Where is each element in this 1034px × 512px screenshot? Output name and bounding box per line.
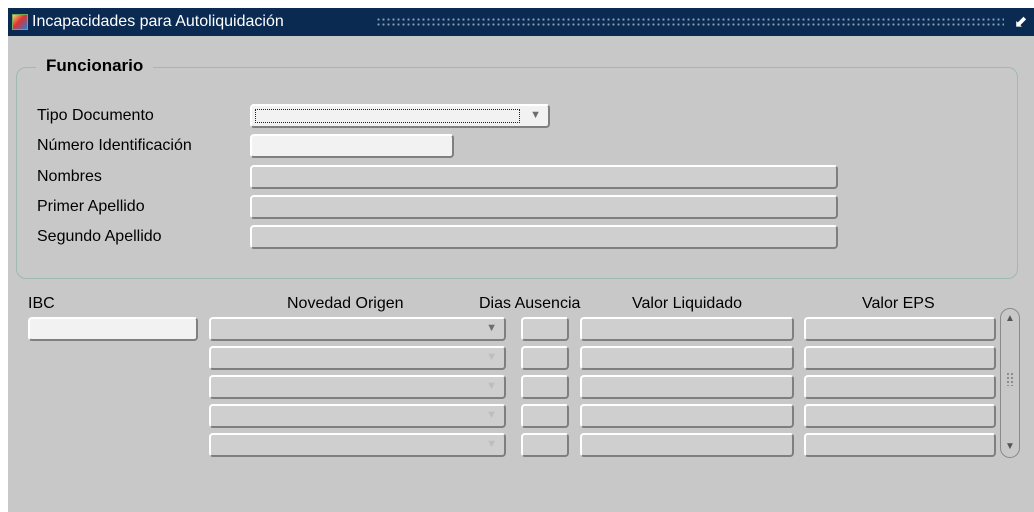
- tipo-documento-label: Tipo Documento: [37, 107, 154, 124]
- novedad-origen-select[interactable]: ▼: [209, 317, 506, 341]
- chevron-down-icon[interactable]: ▼: [530, 109, 541, 121]
- title-bar[interactable]: Incapacidades para Autoliquidación ⬋: [8, 8, 1034, 36]
- valor-eps-field[interactable]: [804, 433, 996, 457]
- primer-apellido-label: Primer Apellido: [37, 198, 145, 215]
- window-title: Incapacidades para Autoliquidación: [32, 13, 284, 30]
- numero-identificacion-label: Número Identificación: [37, 137, 192, 154]
- minimize-icon[interactable]: ⬋: [1014, 12, 1027, 32]
- header-novedad-origen: Novedad Origen: [287, 295, 404, 312]
- valor-liquidado-field[interactable]: [580, 346, 794, 370]
- dias-ausencia-field[interactable]: [521, 346, 569, 370]
- header-ibc: IBC: [28, 295, 55, 312]
- tipo-documento-select[interactable]: ▼: [250, 104, 550, 128]
- nombres-field[interactable]: [250, 165, 838, 189]
- valor-liquidado-field[interactable]: [580, 404, 794, 428]
- app-icon: [12, 14, 28, 30]
- numero-identificacion-field[interactable]: [250, 134, 454, 158]
- scroll-up-icon[interactable]: ▲: [1002, 312, 1018, 326]
- novedad-origen-select[interactable]: ▼: [209, 404, 506, 428]
- valor-liquidado-field[interactable]: [580, 375, 794, 399]
- dias-ausencia-field[interactable]: [521, 375, 569, 399]
- dias-ausencia-field[interactable]: [521, 317, 569, 341]
- chevron-down-icon[interactable]: ▼: [486, 409, 497, 421]
- nombres-label: Nombres: [37, 168, 102, 185]
- novedad-origen-select[interactable]: ▼: [209, 346, 506, 370]
- primer-apellido-field[interactable]: [250, 195, 838, 219]
- header-valor-liquidado: Valor Liquidado: [632, 295, 743, 312]
- chevron-down-icon[interactable]: ▼: [486, 351, 497, 363]
- chevron-down-icon[interactable]: ▼: [486, 322, 497, 334]
- dias-ausencia-field[interactable]: [521, 404, 569, 428]
- novedad-origen-select[interactable]: ▼: [209, 375, 506, 399]
- valor-eps-field[interactable]: [804, 404, 996, 428]
- header-dias-ausencia: Dias Ausencia: [479, 295, 581, 312]
- chevron-down-icon[interactable]: ▼: [486, 380, 497, 392]
- header-valor-eps: Valor EPS: [862, 295, 935, 312]
- ibc-field[interactable]: [28, 317, 198, 341]
- funcionario-frame-title: Funcionario: [36, 56, 154, 76]
- valor-eps-field[interactable]: [804, 317, 996, 341]
- valor-liquidado-field[interactable]: [580, 433, 794, 457]
- segundo-apellido-label: Segundo Apellido: [37, 228, 162, 245]
- title-grip: [376, 17, 1004, 27]
- valor-eps-field[interactable]: [804, 375, 996, 399]
- scroll-down-icon[interactable]: ▼: [1002, 440, 1018, 454]
- segundo-apellido-field[interactable]: [250, 225, 838, 249]
- valor-eps-field[interactable]: [804, 346, 996, 370]
- focus-rect: [255, 109, 520, 123]
- dias-ausencia-field[interactable]: [521, 433, 569, 457]
- chevron-down-icon[interactable]: ▼: [486, 438, 497, 450]
- novedad-origen-select[interactable]: ▼: [209, 433, 506, 457]
- scroll-grip-icon[interactable]: [1006, 372, 1014, 386]
- valor-liquidado-field[interactable]: [580, 317, 794, 341]
